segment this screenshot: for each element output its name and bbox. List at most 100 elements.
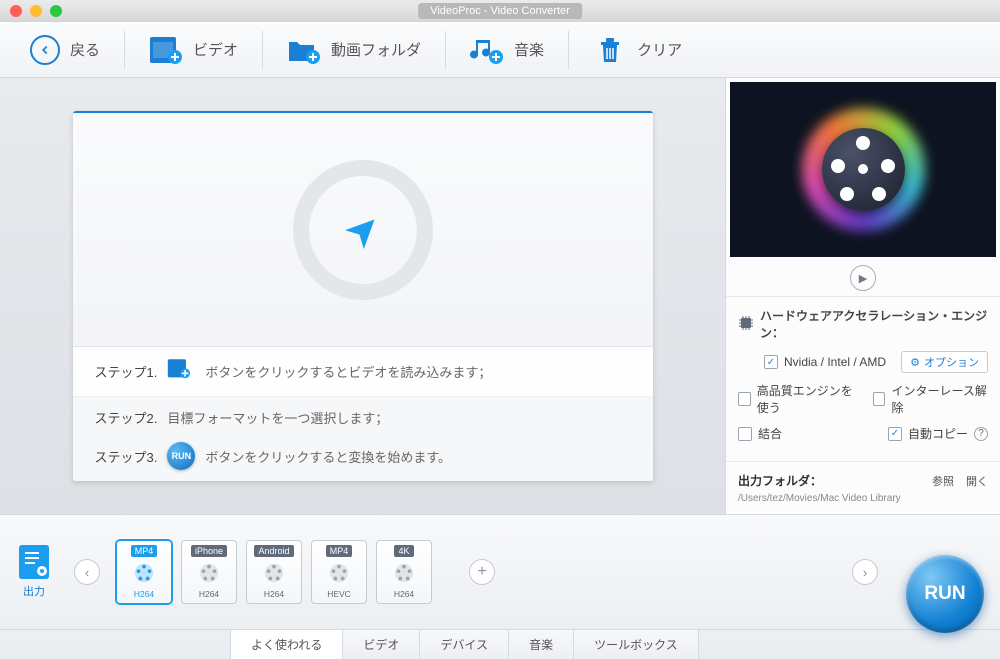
preset-codec-label: H264 (394, 589, 414, 599)
back-label: 戻る (70, 39, 100, 60)
upload-arrow-icon: ➤ (333, 200, 393, 260)
clear-label: クリア (637, 39, 682, 60)
preset-iphone-h264[interactable]: iPhone H264 (181, 540, 237, 604)
preset-codec-label: HEVC (327, 589, 351, 599)
hw-accel-title: ハードウェアアクセラレーション・エンジン： (738, 307, 988, 341)
preview-controls: ▶ (726, 261, 1000, 297)
checkbox-icon (888, 427, 902, 441)
step-3: ステップ3. RUN ボタンをクリックすると変換を始めます。 (73, 438, 653, 481)
output-path: /Users/tez/Movies/Mac Video Library (738, 493, 988, 504)
film-icon (391, 560, 417, 586)
film-icon (131, 560, 157, 586)
hw-accel-section: ハードウェアアクセラレーション・エンジン： Nvidia / Intel / A… (726, 297, 1000, 461)
preset-4k-h264[interactable]: 4K H264 (376, 540, 432, 604)
drop-card: ➤ ステップ1. ボタンをクリックするとビデオを読み込みます； ステップ2. 目… (73, 111, 653, 481)
video-plus-icon (149, 35, 183, 65)
help-icon[interactable]: ? (974, 427, 988, 441)
checkbox-icon (738, 427, 752, 441)
step-1: ステップ1. ボタンをクリックするとビデオを読み込みます； (73, 347, 653, 396)
separator (568, 31, 569, 69)
step-3-label: ステップ3. (95, 447, 158, 466)
footer: 出力 ‹ MP4H264iPhoneH264AndroidH264MP4HEVC… (0, 514, 1000, 659)
minimize-window-button[interactable] (30, 5, 42, 17)
preset-mp4-h264[interactable]: MP4H264 (116, 540, 172, 604)
deinterlace-checkbox[interactable]: インターレース解除 (873, 382, 988, 416)
preset-format-label: Android (254, 545, 293, 557)
tab-toolbox[interactable]: ツールボックス (574, 630, 699, 659)
add-music-label: 音楽 (514, 39, 544, 60)
tab-music[interactable]: 音楽 (509, 630, 574, 659)
drop-area[interactable]: ➤ ステップ1. ボタンをクリックするとビデオを読み込みます； ステップ2. 目… (0, 78, 725, 514)
merge-checkbox[interactable]: 結合 (738, 425, 782, 442)
main-toolbar: 戻る ビデオ 動画フォルダ 音楽 クリア (0, 22, 1000, 78)
preset-format-label: 4K (394, 545, 413, 557)
film-icon (326, 560, 352, 586)
separator (445, 31, 446, 69)
traffic-lights (0, 5, 62, 17)
checkbox-icon (764, 355, 778, 369)
add-folder-button[interactable]: 動画フォルダ (277, 29, 431, 71)
music-plus-icon (470, 35, 504, 65)
step-3-text: ボタンをクリックすると変換を始めます。 (205, 447, 451, 466)
add-video-label: ビデオ (193, 39, 238, 60)
back-arrow-icon (30, 35, 60, 65)
step-2-text: 目標フォーマットを一つ選択します； (167, 408, 388, 427)
titlebar: VideoProc - Video Converter (0, 0, 1000, 22)
step-2: ステップ2. 目標フォーマットを一つ選択します； (73, 396, 653, 438)
options-button[interactable]: ⚙オプション (901, 351, 988, 373)
back-button[interactable]: 戻る (20, 29, 110, 71)
right-panel: ▶ ハードウェアアクセラレーション・エンジン： Nvidia / Intel /… (725, 78, 1000, 514)
film-icon (196, 560, 222, 586)
preview-pane (730, 82, 996, 257)
open-button[interactable]: 開く (966, 473, 988, 489)
drop-zone[interactable]: ➤ (73, 113, 653, 346)
preset-mp4-hevc[interactable]: MP4 HEVC (311, 540, 367, 604)
maximize-window-button[interactable] (50, 5, 62, 17)
autocopy-checkbox[interactable]: 自動コピー (888, 425, 968, 442)
chip-icon (738, 316, 754, 333)
step-1-label: ステップ1. (95, 362, 158, 381)
separator (262, 31, 263, 69)
folder-plus-icon (287, 35, 321, 65)
presets-list: MP4H264 iPhone H264 Android H264 MP4 HEVC 4K H26… (110, 540, 459, 604)
tab-video[interactable]: ビデオ (343, 630, 420, 659)
checkbox-icon (738, 392, 751, 406)
step-1-text: ボタンをクリックするとビデオを読み込みます； (205, 362, 491, 381)
add-video-button[interactable]: ビデオ (139, 29, 248, 71)
preset-android-h264[interactable]: Android H264 (246, 540, 302, 604)
preset-codec-label: H264 (264, 589, 284, 599)
nvidia-checkbox[interactable]: Nvidia / Intel / AMD (764, 355, 886, 369)
output-settings-button[interactable]: 出力 (12, 545, 56, 599)
play-button[interactable]: ▶ (850, 265, 876, 291)
presets-next-button[interactable]: › (852, 559, 878, 585)
film-icon (261, 560, 287, 586)
preset-format-label: iPhone (191, 545, 227, 557)
instructions: ステップ1. ボタンをクリックするとビデオを読み込みます； ステップ2. 目標フ… (73, 346, 653, 481)
run-button[interactable]: RUN (906, 555, 984, 633)
add-music-button[interactable]: 音楽 (460, 29, 554, 71)
tab-frequent[interactable]: よく使われる (230, 630, 343, 659)
browse-button[interactable]: 参照 (932, 473, 954, 489)
close-window-button[interactable] (10, 5, 22, 17)
step-2-label: ステップ2. (95, 408, 158, 427)
add-preset-button[interactable]: + (469, 559, 495, 585)
clear-button[interactable]: クリア (583, 29, 692, 71)
preset-format-label: MP4 (131, 545, 158, 557)
video-plus-icon (167, 358, 195, 385)
category-tabs: よく使われる ビデオ デバイス 音楽 ツールボックス (0, 629, 1000, 659)
presets-prev-button[interactable]: ‹ (74, 559, 100, 585)
tab-device[interactable]: デバイス (420, 630, 509, 659)
preset-format-label: MP4 (326, 545, 353, 557)
trash-icon (593, 35, 627, 65)
mini-run-icon: RUN (167, 442, 195, 470)
checkbox-icon (873, 392, 886, 406)
separator (124, 31, 125, 69)
output-settings-icon (19, 545, 49, 579)
add-folder-label: 動画フォルダ (331, 39, 421, 60)
preset-codec-label: H264 (199, 589, 219, 599)
hq-engine-checkbox[interactable]: 高品質エンジンを使う (738, 382, 865, 416)
window-title: VideoProc - Video Converter (418, 3, 582, 19)
gear-icon: ⚙ (910, 356, 920, 369)
drop-circle-icon: ➤ (293, 160, 433, 300)
film-reel-icon (816, 122, 911, 217)
